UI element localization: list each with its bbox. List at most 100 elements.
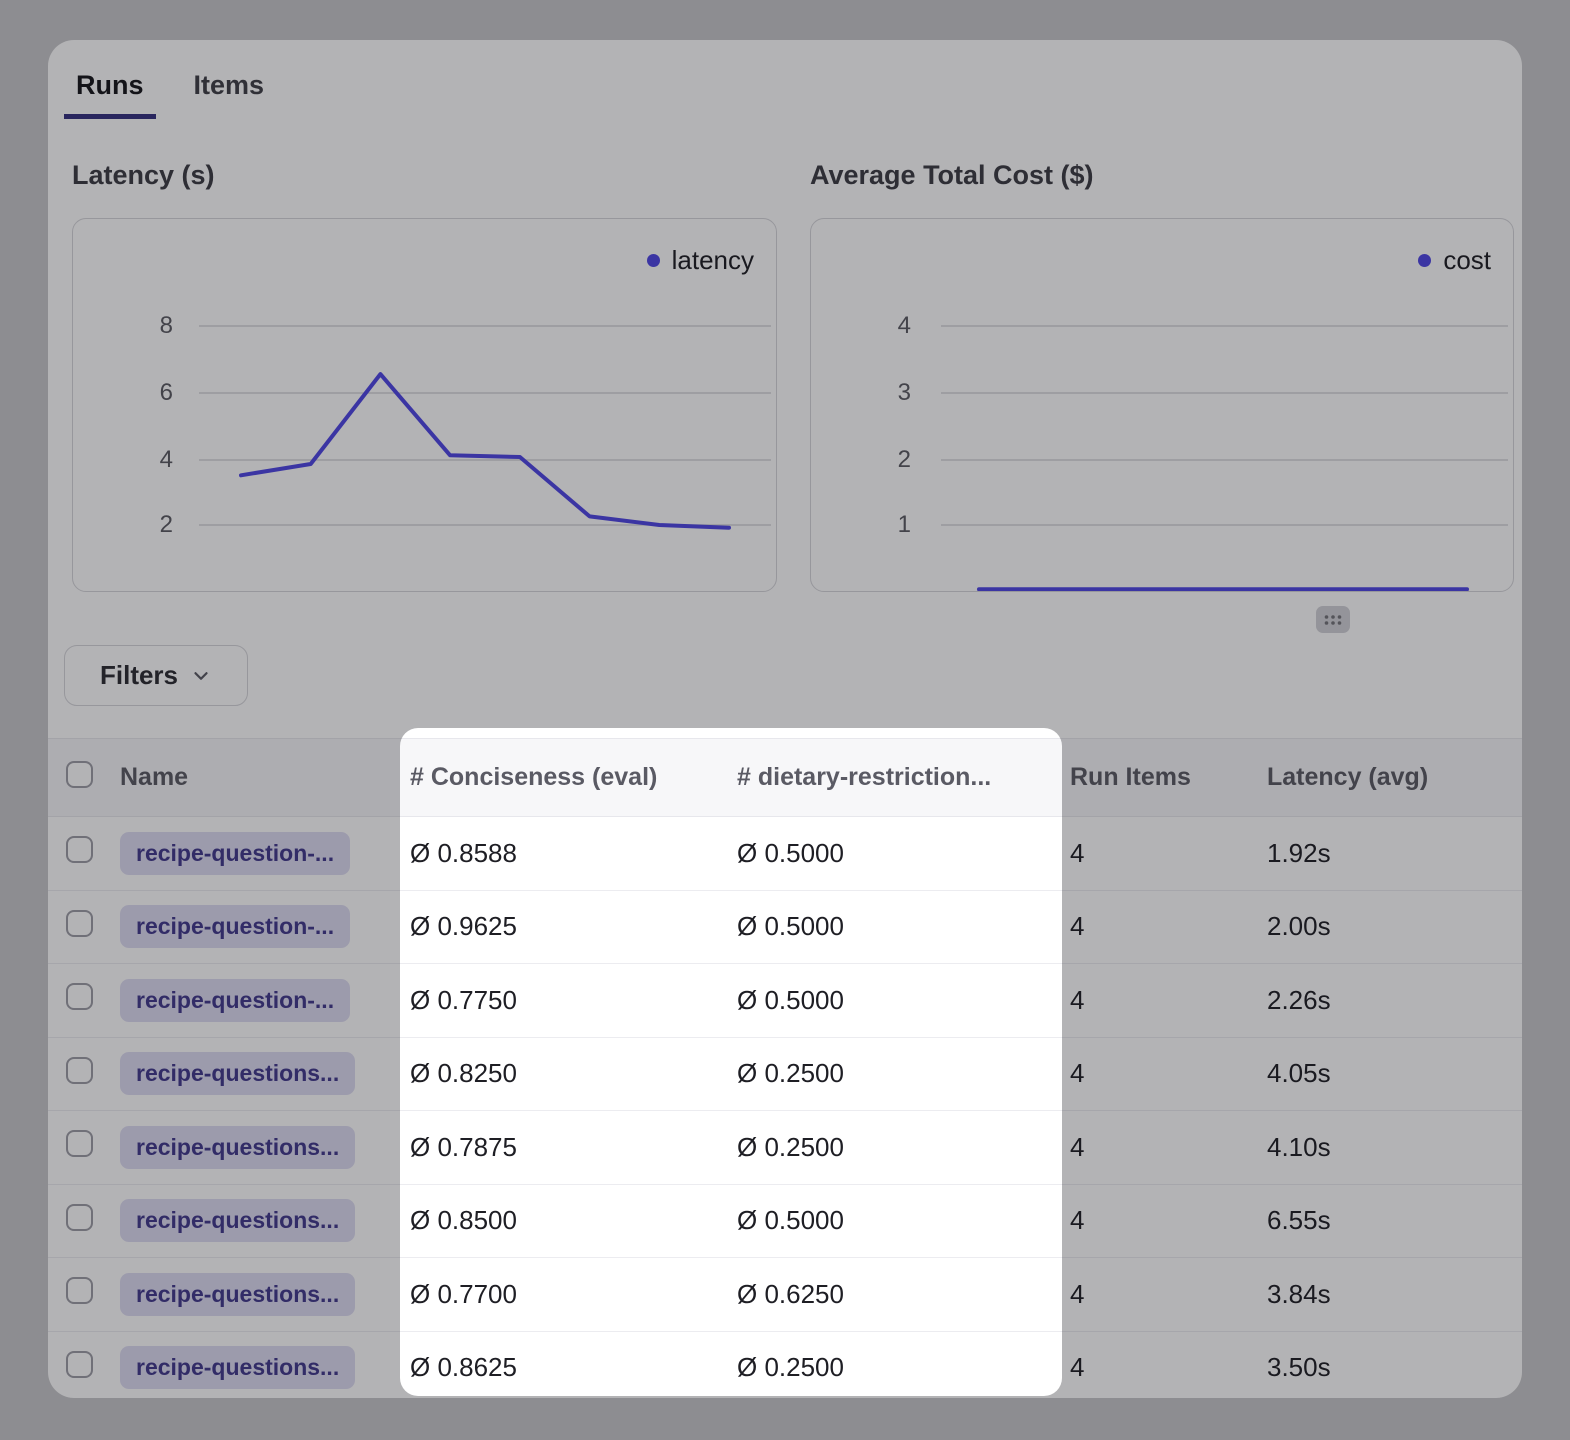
dietary-value: Ø 0.2500 [737, 1058, 1070, 1089]
run-name-badge[interactable]: recipe-questions... [120, 1126, 355, 1169]
run-items-value: 4 [1070, 1058, 1267, 1089]
latency-y-tick: 4 [113, 445, 173, 475]
tab-items[interactable]: Items [182, 70, 277, 119]
conciseness-value: Ø 0.9625 [410, 911, 737, 942]
row-checkbox[interactable] [66, 1277, 93, 1304]
cost-y-tick: 4 [851, 311, 911, 341]
row-checkbox-cell [48, 983, 120, 1017]
row-checkbox[interactable] [66, 1351, 93, 1378]
table-row: recipe-questions... Ø 0.8250 Ø 0.2500 4 … [48, 1038, 1522, 1112]
conciseness-value: Ø 0.7875 [410, 1132, 737, 1163]
row-checkbox[interactable] [66, 983, 93, 1010]
latency-legend[interactable]: latency [647, 245, 754, 276]
column-header-run-items[interactable]: Run Items [1070, 763, 1267, 792]
run-items-value: 4 [1070, 985, 1267, 1016]
latency-chart-title: Latency (s) [72, 160, 215, 191]
run-name-badge[interactable]: recipe-questions... [120, 1273, 355, 1316]
table-row: recipe-questions... Ø 0.7700 Ø 0.6250 4 … [48, 1258, 1522, 1332]
latency-legend-label: latency [672, 245, 754, 276]
filters-button[interactable]: Filters [64, 645, 248, 706]
conciseness-value: Ø 0.8500 [410, 1205, 737, 1236]
table-header: Name # Conciseness (eval) # dietary-rest… [48, 738, 1522, 817]
chevron-down-icon [190, 665, 212, 687]
row-checkbox[interactable] [66, 836, 93, 863]
run-name-cell: recipe-questions... [120, 1346, 410, 1389]
row-checkbox-cell [48, 910, 120, 944]
dietary-value: Ø 0.6250 [737, 1279, 1070, 1310]
dietary-value: Ø 0.5000 [737, 1205, 1070, 1236]
run-name-badge[interactable]: recipe-question-... [120, 979, 350, 1022]
row-checkbox-cell [48, 836, 120, 870]
run-name-badge[interactable]: recipe-questions... [120, 1199, 355, 1242]
row-checkbox[interactable] [66, 910, 93, 937]
row-checkbox-cell [48, 1130, 120, 1164]
cost-y-tick: 2 [851, 445, 911, 475]
page: Runs Items Latency (s) Average Total Cos… [0, 0, 1570, 1440]
dietary-value: Ø 0.5000 [737, 838, 1070, 869]
row-checkbox-cell [48, 1351, 120, 1385]
column-header-conciseness[interactable]: # Conciseness (eval) [410, 763, 737, 792]
run-items-value: 4 [1070, 1205, 1267, 1236]
run-name-cell: recipe-questions... [120, 1126, 410, 1169]
table-row: recipe-questions... Ø 0.8625 Ø 0.2500 4 … [48, 1332, 1522, 1399]
conciseness-value: Ø 0.7700 [410, 1279, 737, 1310]
latency-value: 6.55s [1267, 1205, 1522, 1236]
latency-line [241, 374, 729, 528]
cost-chart: 4 3 2 1 cost [810, 218, 1514, 592]
run-items-value: 4 [1070, 1352, 1267, 1383]
latency-y-tick: 8 [113, 311, 173, 341]
column-header-name[interactable]: Name [120, 763, 410, 792]
table-row: recipe-questions... Ø 0.7875 Ø 0.2500 4 … [48, 1111, 1522, 1185]
table-row: recipe-question-... Ø 0.7750 Ø 0.5000 4 … [48, 964, 1522, 1038]
conciseness-value: Ø 0.7750 [410, 985, 737, 1016]
row-checkbox[interactable] [66, 1130, 93, 1157]
row-checkbox-cell [48, 1204, 120, 1238]
row-checkbox-cell [48, 1277, 120, 1311]
cost-legend-dot [1418, 254, 1431, 267]
run-name-badge[interactable]: recipe-questions... [120, 1052, 355, 1095]
conciseness-value: Ø 0.8588 [410, 838, 737, 869]
cost-chart-plot [811, 219, 1513, 591]
latency-value: 3.84s [1267, 1279, 1522, 1310]
run-name-cell: recipe-questions... [120, 1199, 410, 1242]
run-items-value: 4 [1070, 911, 1267, 942]
table-body: recipe-question-... Ø 0.8588 Ø 0.5000 4 … [48, 817, 1522, 1398]
run-items-value: 4 [1070, 1279, 1267, 1310]
filters-button-label: Filters [100, 660, 178, 691]
row-checkbox[interactable] [66, 1204, 93, 1231]
latency-value: 2.00s [1267, 911, 1522, 942]
cost-legend[interactable]: cost [1418, 245, 1491, 276]
column-header-dietary[interactable]: # dietary-restriction... [737, 763, 1070, 792]
dietary-value: Ø 0.5000 [737, 985, 1070, 1016]
run-items-value: 4 [1070, 838, 1267, 869]
runs-panel: Runs Items Latency (s) Average Total Cos… [48, 40, 1522, 1398]
cost-y-tick: 1 [851, 510, 911, 540]
tab-bar: Runs Items [64, 70, 276, 119]
latency-chart: 8 6 4 2 latency [72, 218, 777, 592]
latency-value: 4.05s [1267, 1058, 1522, 1089]
conciseness-value: Ø 0.8625 [410, 1352, 737, 1383]
cost-y-tick: 3 [851, 378, 911, 408]
column-header-latency[interactable]: Latency (avg) [1267, 763, 1522, 792]
dietary-value: Ø 0.2500 [737, 1132, 1070, 1163]
run-name-badge[interactable]: recipe-question-... [120, 832, 350, 875]
row-checkbox[interactable] [66, 1057, 93, 1084]
run-name-cell: recipe-question-... [120, 979, 410, 1022]
latency-value: 2.26s [1267, 985, 1522, 1016]
row-checkbox-cell [48, 1057, 120, 1091]
dietary-value: Ø 0.5000 [737, 911, 1070, 942]
run-items-value: 4 [1070, 1132, 1267, 1163]
select-all-checkbox[interactable] [66, 761, 93, 788]
table-row: recipe-questions... Ø 0.8500 Ø 0.5000 4 … [48, 1185, 1522, 1259]
drag-handle[interactable] [1316, 606, 1350, 633]
run-name-cell: recipe-question-... [120, 905, 410, 948]
latency-y-tick: 2 [113, 510, 173, 540]
run-name-cell: recipe-questions... [120, 1273, 410, 1316]
latency-y-tick: 6 [113, 378, 173, 408]
grip-dots-icon [1323, 613, 1343, 627]
tab-runs[interactable]: Runs [64, 70, 156, 119]
run-name-cell: recipe-question-... [120, 832, 410, 875]
table-row: recipe-question-... Ø 0.9625 Ø 0.5000 4 … [48, 891, 1522, 965]
run-name-badge[interactable]: recipe-question-... [120, 905, 350, 948]
run-name-badge[interactable]: recipe-questions... [120, 1346, 355, 1389]
